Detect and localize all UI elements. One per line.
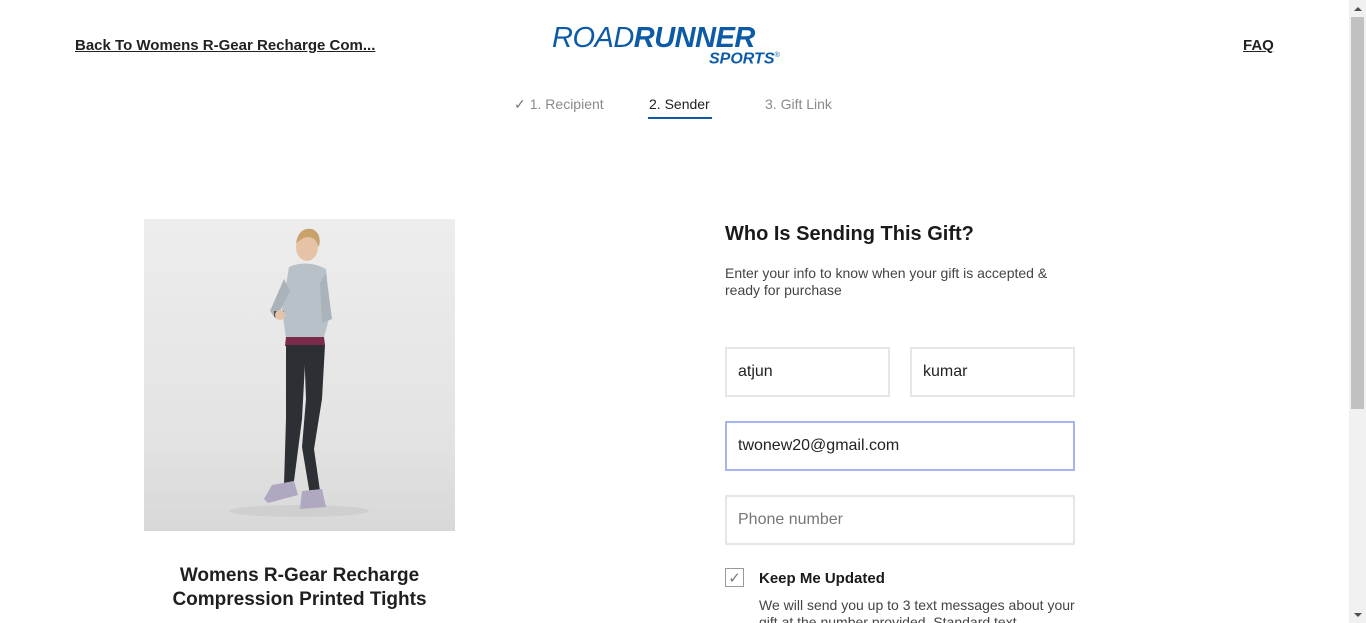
checkout-steps: ✓ 1. Recipient 2. Sender 3. Gift Link bbox=[0, 96, 1350, 122]
logo-registered-mark: ® bbox=[774, 52, 780, 59]
last-name-field[interactable] bbox=[910, 347, 1075, 397]
phone-number-field[interactable] bbox=[725, 495, 1075, 545]
email-field[interactable] bbox=[725, 421, 1075, 471]
form-heading: Who Is Sending This Gift? bbox=[725, 223, 974, 245]
back-to-product-link[interactable]: Back To Womens R-Gear Recharge Com... bbox=[75, 37, 375, 54]
keep-me-updated-description: We will send you up to 3 text messages a… bbox=[759, 597, 1075, 623]
roadrunner-sports-logo[interactable]: ROADRUNNER SPORTS® bbox=[552, 24, 802, 68]
checkmark-icon: ✓ bbox=[728, 569, 741, 587]
active-step-underline bbox=[648, 117, 712, 119]
woman-in-tights-illustration bbox=[229, 228, 369, 517]
logo-text-sports: SPORTS bbox=[709, 50, 775, 68]
first-name-field[interactable] bbox=[725, 347, 890, 397]
product-title: Womens R-Gear Recharge Compression Print… bbox=[172, 565, 427, 610]
step-sender: 2. Sender bbox=[649, 96, 710, 112]
step-recipient-label: 1. Recipient bbox=[529, 96, 604, 112]
vertical-scrollbar[interactable] bbox=[1349, 0, 1366, 623]
step-recipient[interactable]: ✓ 1. Recipient bbox=[514, 96, 604, 113]
scrollbar-thumb[interactable] bbox=[1351, 17, 1364, 409]
scroll-up-arrow-icon[interactable] bbox=[1349, 0, 1366, 17]
keep-me-updated-label[interactable]: Keep Me Updated bbox=[759, 570, 885, 587]
logo-text-road: ROAD bbox=[552, 22, 634, 54]
product-image bbox=[144, 219, 455, 531]
check-icon: ✓ bbox=[514, 96, 526, 112]
step-sender-label: 2. Sender bbox=[649, 96, 710, 112]
step-gift-link: 3. Gift Link bbox=[765, 96, 832, 112]
form-subtext: Enter your info to know when your gift i… bbox=[725, 265, 1048, 298]
step-gift-link-label: 3. Gift Link bbox=[765, 96, 832, 112]
keep-me-updated-checkbox[interactable]: ✓ bbox=[725, 568, 744, 587]
faq-link[interactable]: FAQ bbox=[1243, 37, 1274, 54]
scroll-down-arrow-icon[interactable] bbox=[1349, 606, 1366, 623]
